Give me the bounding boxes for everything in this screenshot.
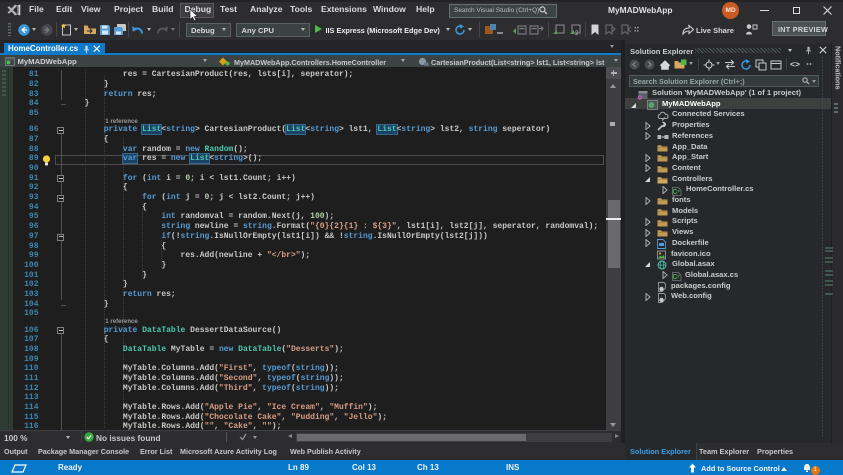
svg-text:#: # xyxy=(677,188,680,193)
svg-text:#: # xyxy=(677,273,680,278)
